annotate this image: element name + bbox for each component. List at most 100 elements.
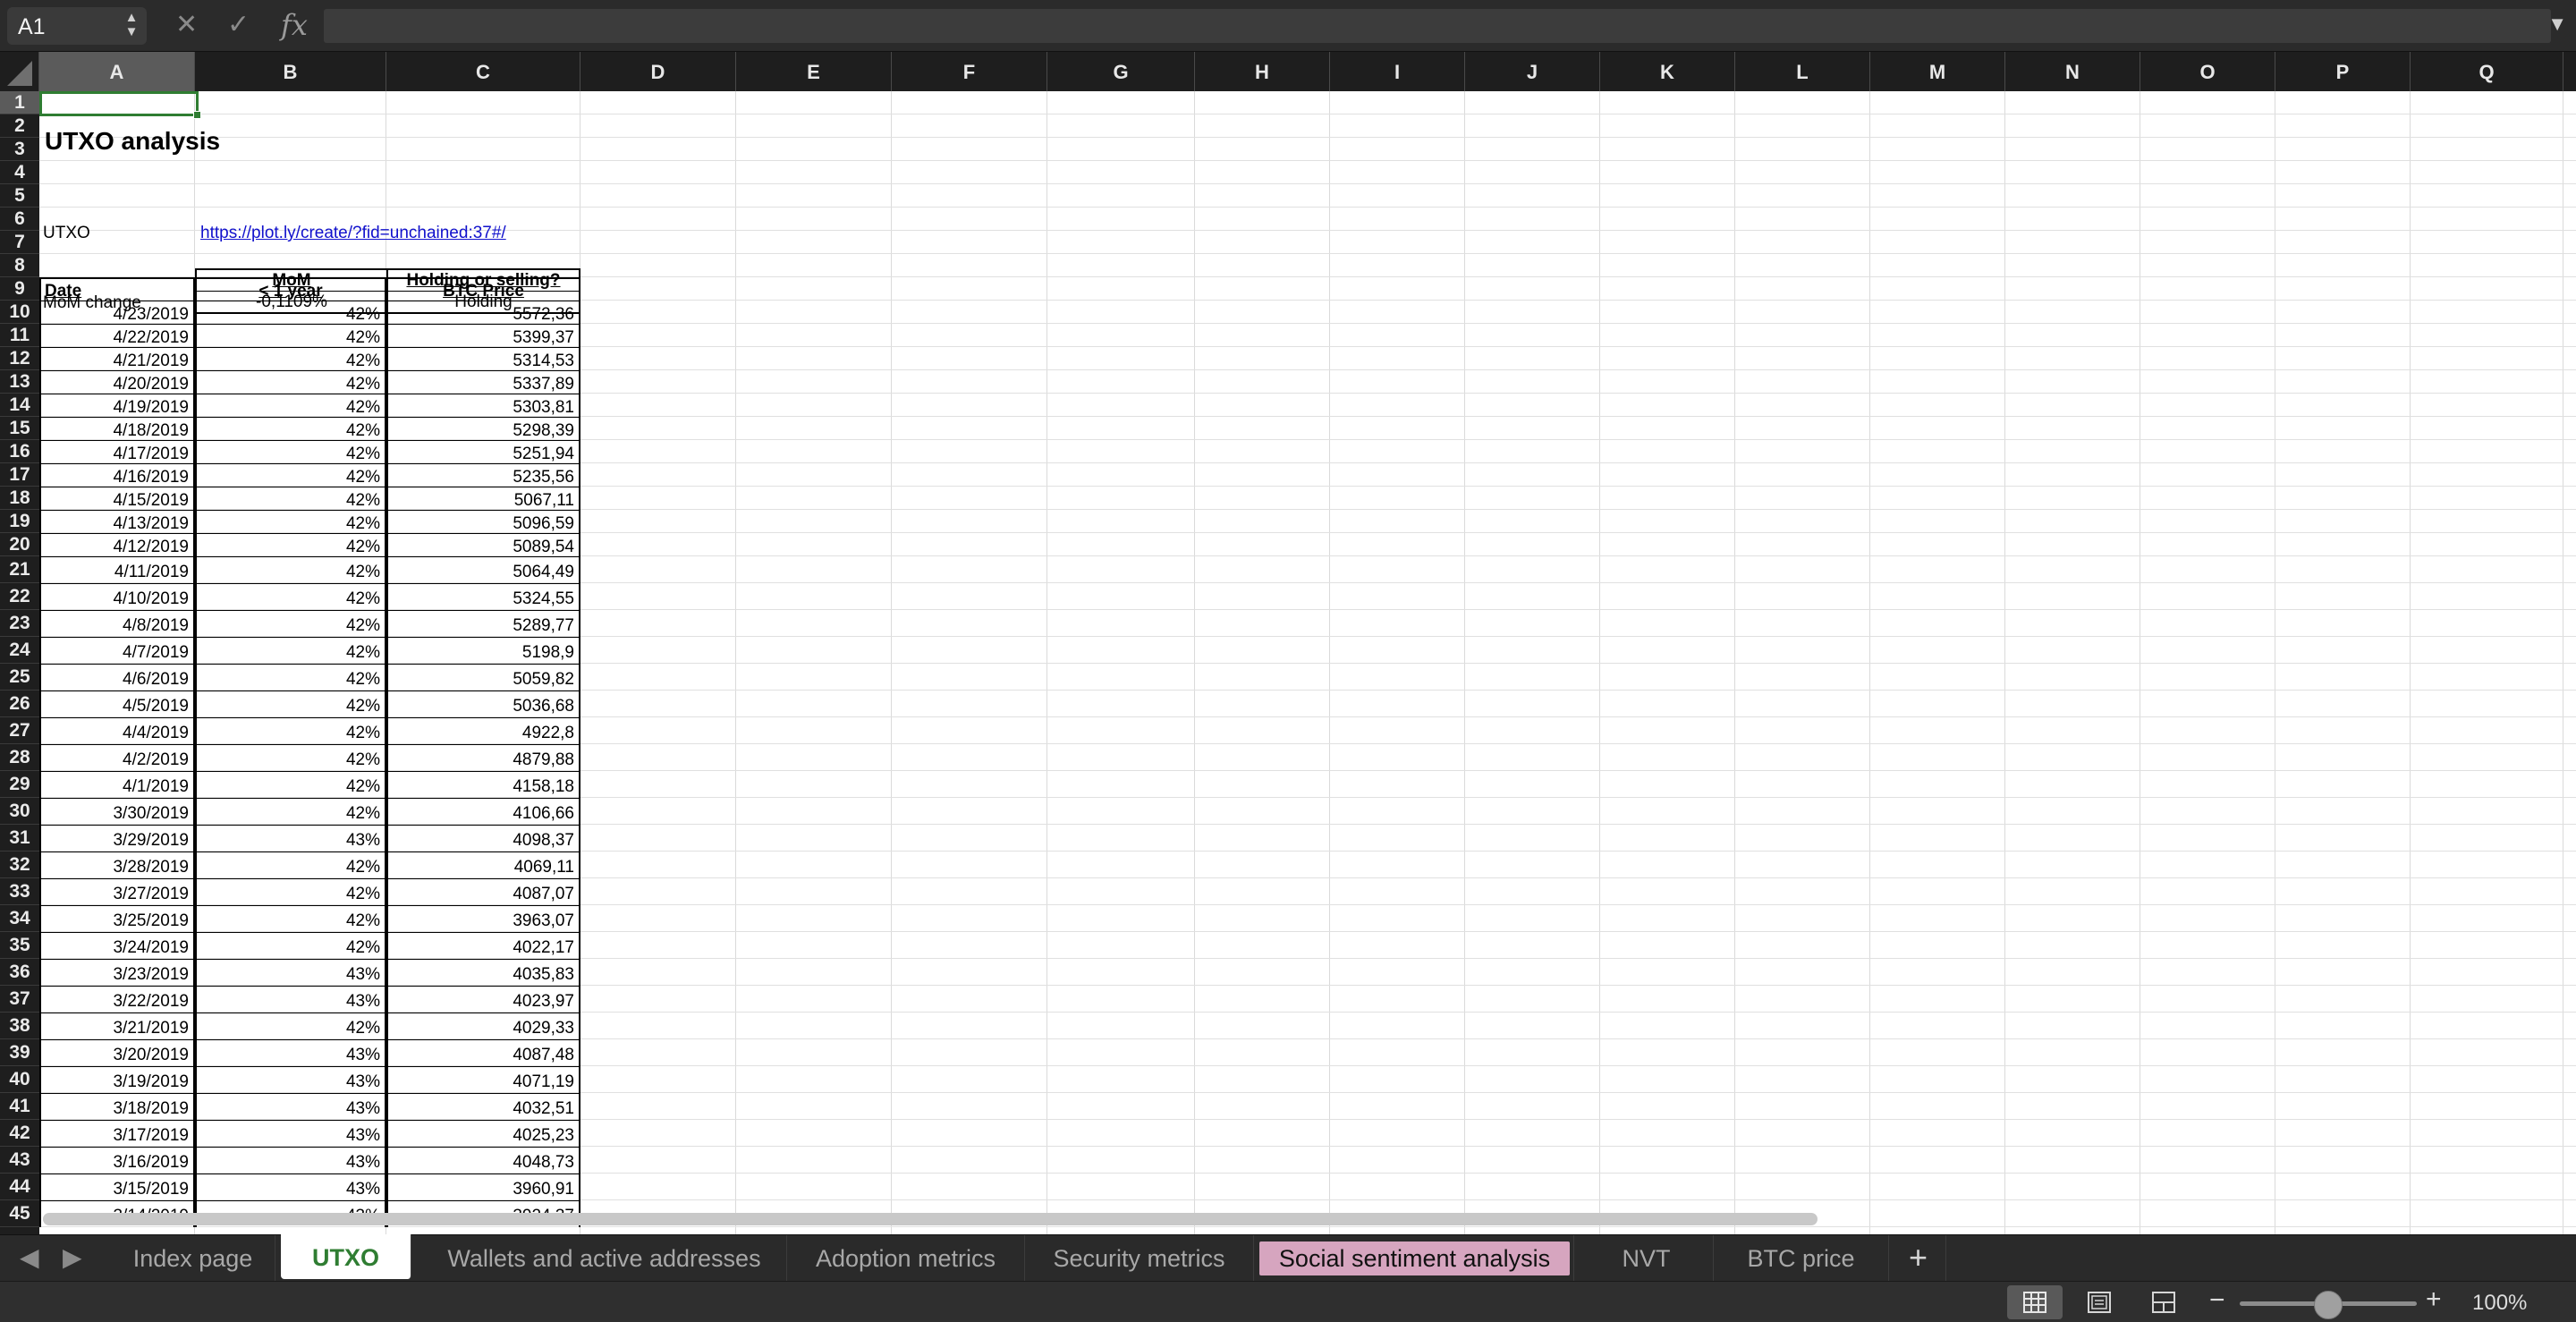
- date-cell[interactable]: 4/4/2019: [39, 717, 195, 744]
- under-1-year-cell[interactable]: 42%: [195, 717, 386, 744]
- column-header-f[interactable]: F: [892, 52, 1047, 91]
- row-header-27[interactable]: 27: [0, 717, 39, 744]
- under-1-year-cell[interactable]: 42%: [195, 637, 386, 664]
- row-header-2[interactable]: 2: [0, 114, 39, 138]
- row-header-30[interactable]: 30: [0, 798, 39, 825]
- row-header-28[interactable]: 28: [0, 744, 39, 771]
- table-header-cell[interactable]: < 1 year: [195, 277, 386, 301]
- date-cell[interactable]: 3/27/2019: [39, 878, 195, 905]
- row-header-25[interactable]: 25: [0, 664, 39, 691]
- btc-price-cell[interactable]: 4023,97: [386, 986, 580, 1013]
- date-cell[interactable]: 3/25/2019: [39, 905, 195, 932]
- under-1-year-cell[interactable]: 42%: [195, 370, 386, 394]
- name-box-stepper-icon[interactable]: ▲ ▼: [123, 11, 140, 41]
- btc-price-cell[interactable]: 3960,91: [386, 1174, 580, 1200]
- row-header-32[interactable]: 32: [0, 852, 39, 878]
- under-1-year-cell[interactable]: 42%: [195, 798, 386, 825]
- under-1-year-cell[interactable]: 42%: [195, 771, 386, 798]
- date-cell[interactable]: 3/23/2019: [39, 959, 195, 986]
- row-header-11[interactable]: 11: [0, 324, 39, 347]
- zoom-slider-thumb[interactable]: [2314, 1291, 2343, 1319]
- expand-formula-bar-icon[interactable]: ▼: [2547, 13, 2567, 36]
- cell-area[interactable]: UTXO analysis UTXO https://plot.ly/creat…: [39, 91, 2576, 1234]
- row-header-43[interactable]: 43: [0, 1147, 39, 1174]
- sheet-tab-social-sentiment-analysis[interactable]: Social sentiment analysis: [1256, 1235, 1574, 1282]
- row-header-12[interactable]: 12: [0, 347, 39, 370]
- date-cell[interactable]: 3/16/2019: [39, 1147, 195, 1174]
- cancel-icon[interactable]: ✕: [175, 9, 198, 41]
- row-header-34[interactable]: 34: [0, 905, 39, 932]
- column-header-k[interactable]: K: [1600, 52, 1735, 91]
- date-cell[interactable]: 4/18/2019: [39, 417, 195, 440]
- btc-price-cell[interactable]: 5235,56: [386, 463, 580, 487]
- date-cell[interactable]: 4/7/2019: [39, 637, 195, 664]
- date-cell[interactable]: 3/22/2019: [39, 986, 195, 1013]
- row-header-26[interactable]: 26: [0, 691, 39, 717]
- zoom-out-button[interactable]: −: [2209, 1285, 2225, 1316]
- under-1-year-cell[interactable]: 42%: [195, 610, 386, 637]
- column-header-l[interactable]: L: [1735, 52, 1870, 91]
- zoom-level[interactable]: 100%: [2472, 1291, 2527, 1316]
- row-header-29[interactable]: 29: [0, 771, 39, 798]
- row-header-10[interactable]: 10: [0, 301, 39, 324]
- row-header-19[interactable]: 19: [0, 510, 39, 533]
- column-header-q[interactable]: Q: [2411, 52, 2563, 91]
- date-cell[interactable]: 4/15/2019: [39, 487, 195, 510]
- under-1-year-cell[interactable]: 42%: [195, 440, 386, 463]
- row-header-16[interactable]: 16: [0, 440, 39, 463]
- btc-price-cell[interactable]: 4087,07: [386, 878, 580, 905]
- utxo-label-cell[interactable]: UTXO: [39, 222, 195, 245]
- row-header-9[interactable]: 9: [0, 277, 39, 301]
- date-cell[interactable]: 3/17/2019: [39, 1120, 195, 1147]
- btc-price-cell[interactable]: 4029,33: [386, 1013, 580, 1039]
- btc-price-cell[interactable]: 4035,83: [386, 959, 580, 986]
- date-cell[interactable]: 4/20/2019: [39, 370, 195, 394]
- under-1-year-cell[interactable]: 42%: [195, 510, 386, 533]
- btc-price-cell[interactable]: 5059,82: [386, 664, 580, 691]
- btc-price-cell[interactable]: 5064,49: [386, 556, 580, 583]
- btc-price-cell[interactable]: 4071,19: [386, 1066, 580, 1093]
- under-1-year-cell[interactable]: 42%: [195, 905, 386, 932]
- zoom-in-button[interactable]: +: [2426, 1284, 2442, 1315]
- row-header-22[interactable]: 22: [0, 583, 39, 610]
- column-header-o[interactable]: O: [2140, 52, 2275, 91]
- row-header-8[interactable]: 8: [0, 254, 39, 277]
- row-header-13[interactable]: 13: [0, 370, 39, 394]
- normal-view-button[interactable]: [2007, 1285, 2063, 1319]
- btc-price-cell[interactable]: 5572,36: [386, 301, 580, 324]
- active-cell-selection[interactable]: [39, 91, 201, 119]
- date-cell[interactable]: 4/22/2019: [39, 324, 195, 347]
- btc-price-cell[interactable]: 5289,77: [386, 610, 580, 637]
- date-cell[interactable]: 4/10/2019: [39, 583, 195, 610]
- btc-price-cell[interactable]: 4022,17: [386, 932, 580, 959]
- row-header-21[interactable]: 21: [0, 556, 39, 583]
- under-1-year-cell[interactable]: 42%: [195, 556, 386, 583]
- row-header-6[interactable]: 6: [0, 208, 39, 231]
- date-cell[interactable]: 4/1/2019: [39, 771, 195, 798]
- column-header-a[interactable]: A: [39, 52, 195, 91]
- confirm-icon[interactable]: ✓: [227, 9, 250, 41]
- column-header-p[interactable]: P: [2275, 52, 2411, 91]
- btc-price-cell[interactable]: 5067,11: [386, 487, 580, 510]
- row-header-17[interactable]: 17: [0, 463, 39, 487]
- column-header-d[interactable]: D: [580, 52, 736, 91]
- under-1-year-cell[interactable]: 42%: [195, 583, 386, 610]
- sheet-tab-btc-price[interactable]: BTC price: [1714, 1235, 1889, 1282]
- column-header-n[interactable]: N: [2005, 52, 2140, 91]
- sheet-tab-utxo[interactable]: UTXO: [281, 1234, 411, 1279]
- select-all-icon[interactable]: [7, 61, 32, 86]
- row-header-42[interactable]: 42: [0, 1120, 39, 1147]
- under-1-year-cell[interactable]: 42%: [195, 664, 386, 691]
- row-header-39[interactable]: 39: [0, 1039, 39, 1066]
- under-1-year-cell[interactable]: 43%: [195, 1066, 386, 1093]
- sheet-tab-index-page[interactable]: Index page: [111, 1235, 275, 1282]
- horizontal-scrollbar[interactable]: [43, 1213, 1818, 1225]
- under-1-year-cell[interactable]: 42%: [195, 324, 386, 347]
- under-1-year-cell[interactable]: 43%: [195, 1120, 386, 1147]
- utxo-plotly-link[interactable]: https://plot.ly/create/?fid=unchained:37…: [200, 224, 506, 243]
- btc-price-cell[interactable]: 5251,94: [386, 440, 580, 463]
- btc-price-cell[interactable]: 5036,68: [386, 691, 580, 717]
- date-cell[interactable]: 4/2/2019: [39, 744, 195, 771]
- name-box[interactable]: A1 ▲ ▼: [7, 7, 147, 45]
- column-header-g[interactable]: G: [1047, 52, 1195, 91]
